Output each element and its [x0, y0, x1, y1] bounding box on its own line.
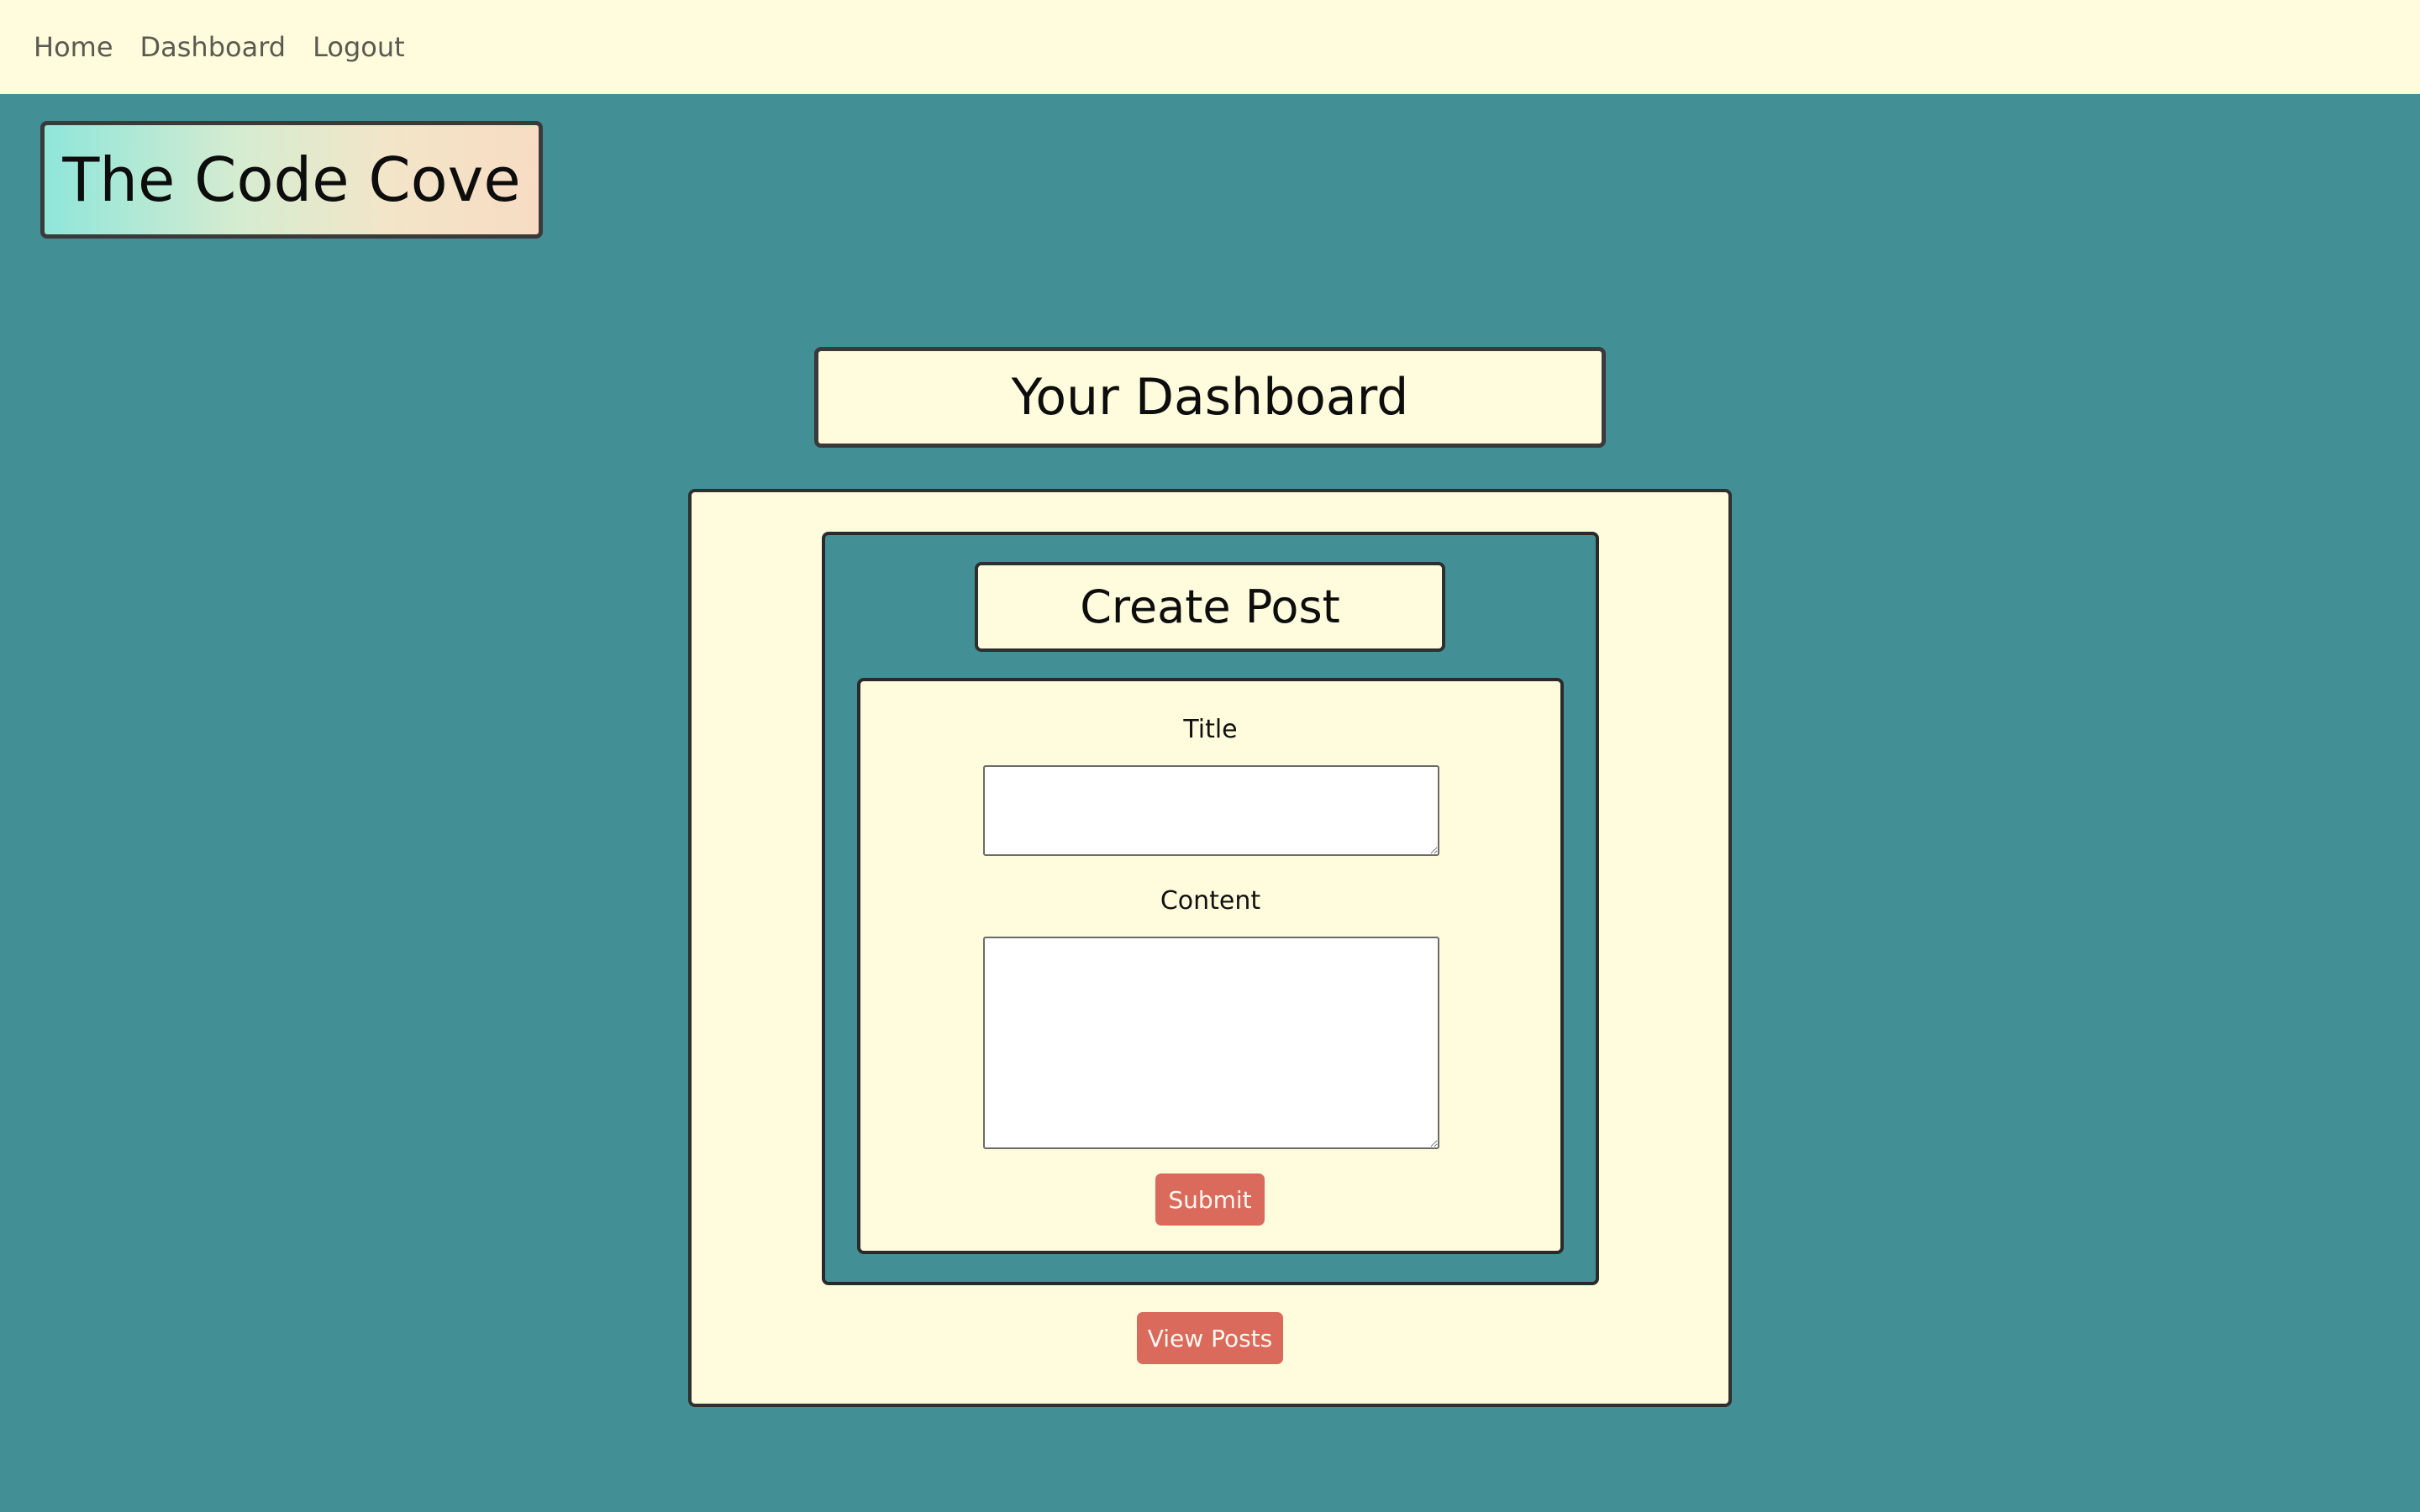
- page-title: Your Dashboard: [1011, 368, 1409, 427]
- top-navigation: Home Dashboard Logout: [0, 0, 2420, 94]
- content-label: Content: [1160, 886, 1261, 916]
- create-post-form: Title Content Submit: [857, 678, 1564, 1254]
- title-input[interactable]: [983, 765, 1439, 856]
- site-title: The Code Cove: [62, 144, 521, 215]
- nav-link-home[interactable]: Home: [34, 31, 113, 63]
- nav-link-dashboard[interactable]: Dashboard: [140, 31, 287, 63]
- submit-button[interactable]: Submit: [1155, 1173, 1265, 1226]
- create-post-heading-box: Create Post: [975, 562, 1445, 652]
- page-title-box: Your Dashboard: [814, 347, 1606, 448]
- view-posts-button[interactable]: View Posts: [1137, 1312, 1283, 1364]
- content-input[interactable]: [983, 937, 1439, 1149]
- create-post-heading: Create Post: [1080, 580, 1340, 633]
- title-label: Title: [1183, 715, 1238, 744]
- nav-link-logout[interactable]: Logout: [313, 31, 405, 63]
- site-logo: The Code Cove: [40, 121, 543, 239]
